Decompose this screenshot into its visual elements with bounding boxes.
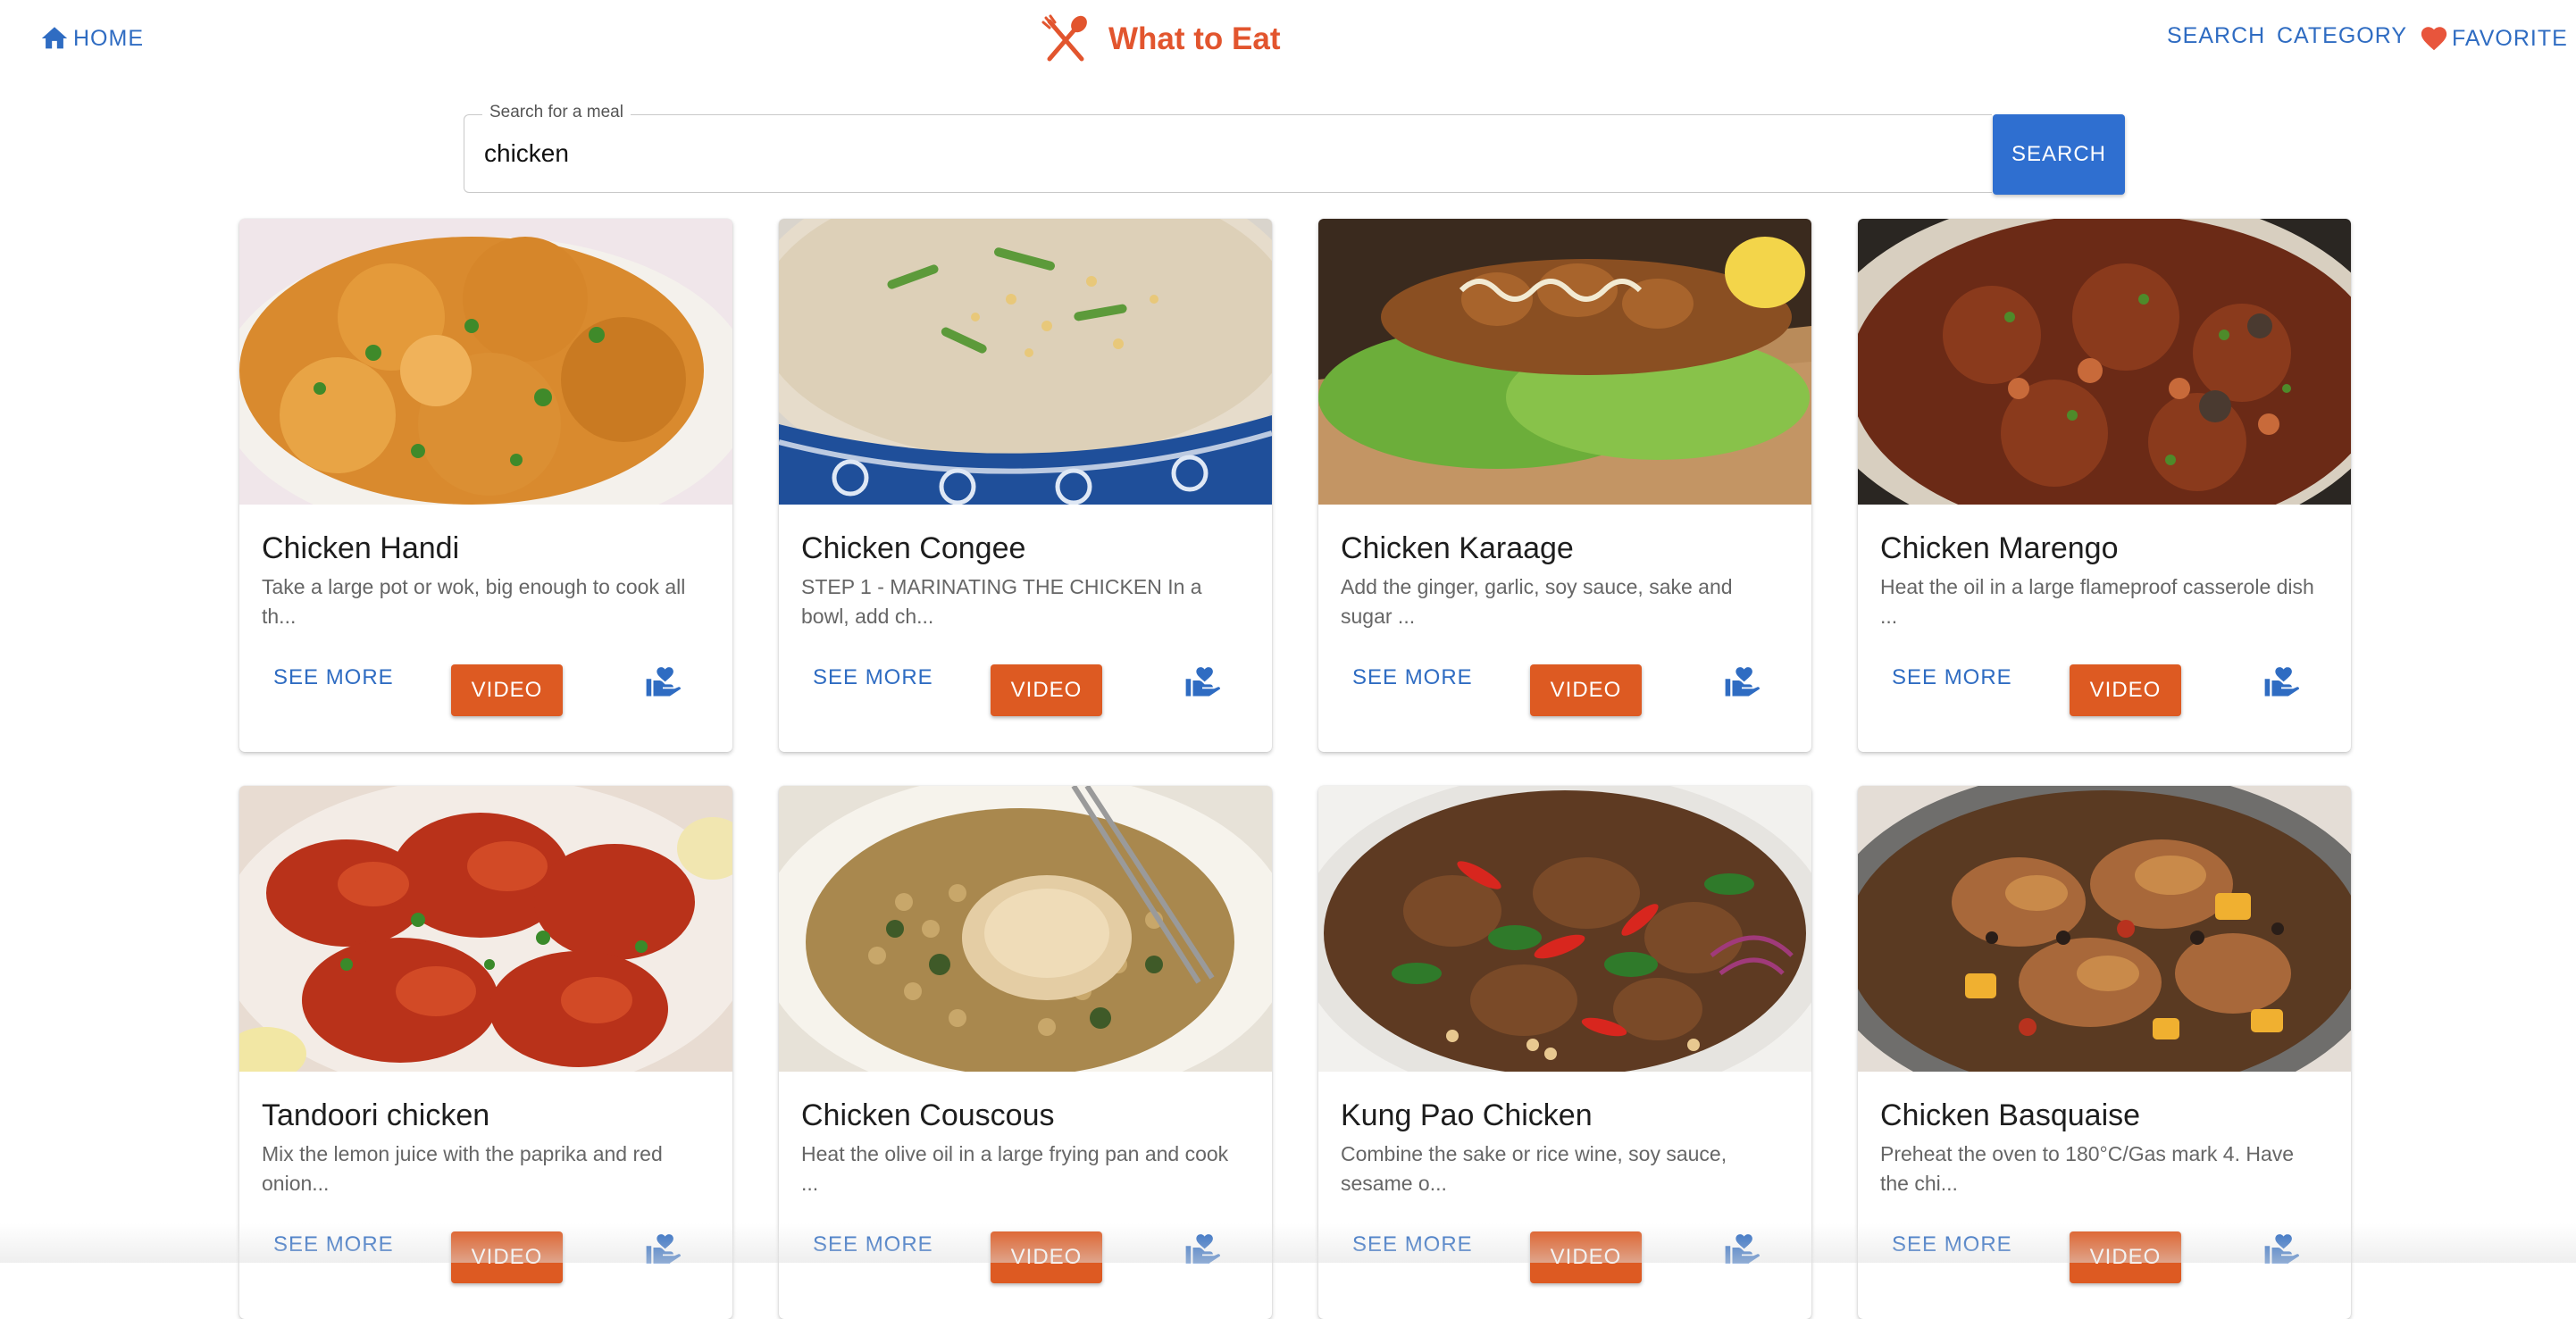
add-favorite-button[interactable]: [2262, 1229, 2300, 1266]
meal-title[interactable]: Chicken Handi: [262, 531, 459, 566]
meal-card: Chicken Marengo Heat the oil in a large …: [1858, 219, 2351, 752]
meal-card: Kung Pao Chicken Combine the sake or ric…: [1318, 786, 1811, 1319]
meal-description: Heat the oil in a large flameproof casse…: [1880, 575, 2314, 628]
brand-logo[interactable]: What to Eat: [1041, 14, 1280, 64]
meal-description: Combine the sake or rice wine, soy sauce…: [1341, 1142, 1727, 1195]
meal-image[interactable]: [779, 786, 1272, 1072]
search-field: Search for a meal: [464, 103, 1992, 193]
meal-image[interactable]: [239, 786, 732, 1072]
video-button[interactable]: VIDEO: [991, 1231, 1102, 1283]
meal-description: Preheat the oven to 180°C/Gas mark 4. Ha…: [1880, 1142, 2295, 1195]
meal-description: Add the ginger, garlic, soy sauce, sake …: [1341, 575, 1733, 628]
meal-photo: [1858, 786, 2351, 1072]
meal-description: Mix the lemon juice with the paprika and…: [262, 1142, 663, 1195]
meal-title[interactable]: Chicken Basquaise: [1880, 1098, 2140, 1133]
meal-card: Chicken Basquaise Preheat the oven to 18…: [1858, 786, 2351, 1319]
meal-image[interactable]: [1858, 786, 2351, 1072]
meal-image[interactable]: [1318, 219, 1811, 505]
home-link[interactable]: HOME: [38, 23, 144, 54]
see-more-button[interactable]: SEE MORE: [273, 1232, 394, 1257]
meal-photo: [779, 786, 1272, 1072]
meal-image[interactable]: [239, 219, 732, 505]
meal-title[interactable]: Chicken Karaage: [1341, 531, 1574, 566]
meal-card: Chicken Handi Take a large pot or wok, b…: [239, 219, 732, 752]
meal-card: Tandoori chicken Mix the lemon juice wit…: [239, 786, 732, 1319]
volunteer-heart-hand-icon: [1725, 1234, 1761, 1264]
meal-card: Chicken Couscous Heat the olive oil in a…: [779, 786, 1272, 1319]
video-button[interactable]: VIDEO: [991, 664, 1102, 716]
meal-title[interactable]: Chicken Couscous: [801, 1098, 1054, 1133]
nav-favorite-link[interactable]: FAVORITE: [2418, 23, 2568, 54]
volunteer-heart-hand-icon: [1185, 667, 1221, 697]
see-more-button[interactable]: SEE MORE: [1892, 665, 2012, 690]
see-more-button[interactable]: SEE MORE: [813, 1232, 933, 1257]
video-button[interactable]: VIDEO: [451, 664, 563, 716]
meal-image[interactable]: [1858, 219, 2351, 505]
meal-title[interactable]: Kung Pao Chicken: [1341, 1098, 1593, 1133]
video-button[interactable]: VIDEO: [2070, 664, 2181, 716]
meal-description: Heat the olive oil in a large frying pan…: [801, 1142, 1229, 1195]
add-favorite-button[interactable]: [1723, 662, 1761, 699]
see-more-button[interactable]: SEE MORE: [1352, 1232, 1473, 1257]
nav-category-link[interactable]: CATEGORY: [2277, 23, 2407, 49]
meal-photo: [1318, 219, 1811, 505]
top-navigation: HOME What to Eat SEARCH CATEGORY FAVORIT…: [0, 0, 2576, 80]
add-favorite-button[interactable]: [1183, 662, 1221, 699]
home-icon: [41, 27, 68, 49]
video-button[interactable]: VIDEO: [1530, 1231, 1642, 1283]
nav-category-label: CATEGORY: [2277, 23, 2407, 48]
see-more-button[interactable]: SEE MORE: [813, 665, 933, 690]
video-button[interactable]: VIDEO: [451, 1231, 563, 1283]
meal-photo: [239, 786, 732, 1072]
meal-grid: Chicken Handi Take a large pot or wok, b…: [239, 219, 2351, 1319]
volunteer-heart-hand-icon: [2264, 667, 2300, 697]
home-label: HOME: [73, 25, 144, 51]
add-favorite-button[interactable]: [644, 1229, 682, 1266]
meal-title[interactable]: Chicken Marengo: [1880, 531, 2118, 566]
meal-description: Take a large pot or wok, big enough to c…: [262, 575, 686, 628]
see-more-button[interactable]: SEE MORE: [273, 665, 394, 690]
meal-photo: [1318, 786, 1811, 1072]
search-field-label: Search for a meal: [482, 103, 631, 122]
add-favorite-button[interactable]: [2262, 662, 2300, 699]
volunteer-heart-hand-icon: [1185, 1234, 1221, 1264]
meal-image[interactable]: [1318, 786, 1811, 1072]
fork-spoon-icon: [1041, 14, 1087, 62]
meal-card: Chicken Congee STEP 1 - MARINATING THE C…: [779, 219, 1272, 752]
meal-card: Chicken Karaage Add the ginger, garlic, …: [1318, 219, 1811, 752]
meal-title[interactable]: Chicken Congee: [801, 531, 1025, 566]
meal-photo: [239, 219, 732, 505]
add-favorite-button[interactable]: [644, 662, 682, 699]
video-button[interactable]: VIDEO: [1530, 664, 1642, 716]
see-more-button[interactable]: SEE MORE: [1892, 1232, 2012, 1257]
search-input[interactable]: [482, 133, 1951, 174]
video-button[interactable]: VIDEO: [2070, 1231, 2181, 1283]
volunteer-heart-hand-icon: [2264, 1234, 2300, 1264]
volunteer-heart-hand-icon: [646, 667, 682, 697]
heart-icon: [2421, 27, 2447, 51]
meal-photo: [1858, 219, 2351, 505]
see-more-button[interactable]: SEE MORE: [1352, 665, 1473, 690]
add-favorite-button[interactable]: [1723, 1229, 1761, 1266]
add-favorite-button[interactable]: [1183, 1229, 1221, 1266]
nav-search-link[interactable]: SEARCH: [2167, 23, 2265, 49]
search-button[interactable]: SEARCH: [1993, 114, 2125, 195]
nav-search-label: SEARCH: [2167, 23, 2266, 48]
meal-title[interactable]: Tandoori chicken: [262, 1098, 489, 1133]
meal-image[interactable]: [779, 219, 1272, 505]
volunteer-heart-hand-icon: [646, 1234, 682, 1264]
app-title: What to Eat: [1108, 21, 1281, 56]
meal-photo: [779, 219, 1272, 505]
nav-favorite-label: FAVORITE: [2452, 25, 2568, 51]
volunteer-heart-hand-icon: [1725, 667, 1761, 697]
meal-description: STEP 1 - MARINATING THE CHICKEN In a bow…: [801, 575, 1202, 628]
